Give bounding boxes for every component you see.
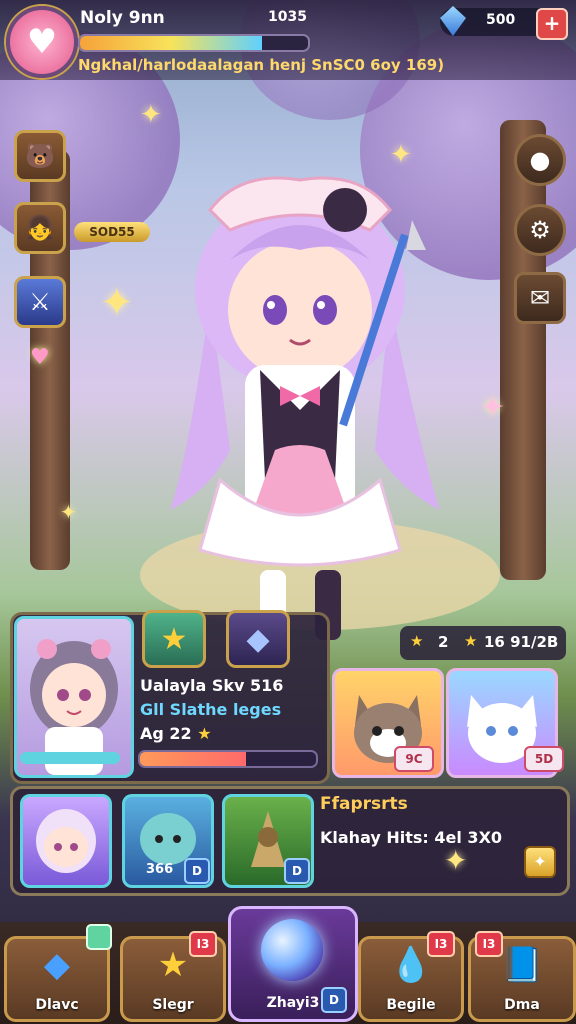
pet-badge: 9C bbox=[394, 746, 434, 772]
xp-bar bbox=[78, 34, 310, 52]
star-icon: ★ bbox=[160, 621, 188, 657]
portrait-icon: 👧 bbox=[25, 214, 55, 242]
sparkle-icon: ✦ bbox=[140, 100, 162, 130]
crystal-upgrade-button[interactable]: ◆ bbox=[226, 610, 290, 668]
reward-title: Ffaprsrts bbox=[320, 794, 408, 814]
sparkle-icon: ✦ bbox=[444, 844, 468, 877]
mail-icon: ✉ bbox=[529, 284, 551, 312]
hero-age-value: Ag 22 bbox=[140, 724, 192, 743]
circle-icon: ● bbox=[529, 146, 551, 174]
hero-level-bar bbox=[138, 750, 318, 768]
nav-button-slegr[interactable]: ★ Slegr I3 bbox=[120, 931, 226, 1022]
nav-notification-badge: D bbox=[321, 987, 347, 1013]
gem-count: 500 bbox=[486, 12, 516, 28]
crystal-icon: ◆ bbox=[246, 621, 270, 657]
team-card-badge: D bbox=[284, 858, 310, 884]
hero-value-tag: SOD55 bbox=[74, 222, 150, 242]
diamond-icon: ◆ bbox=[43, 945, 71, 985]
nav-label: Begile bbox=[386, 997, 436, 1013]
sparkle-icon: ✦ bbox=[100, 280, 134, 326]
hero-side-button[interactable]: 👧 bbox=[14, 202, 66, 254]
hero-age: Ag 22 ★ bbox=[140, 724, 212, 743]
crossed-swords-icon: ⚔ bbox=[29, 288, 51, 316]
hero-level-bar-fill bbox=[140, 752, 246, 766]
reward-description: Klahay Hits: 4el 3X0 bbox=[320, 828, 503, 847]
settings-side-button[interactable]: ⚙ bbox=[514, 204, 566, 256]
hero-name: Ualayla Skv 516 bbox=[140, 676, 284, 695]
nav-label: Slegr bbox=[152, 997, 194, 1013]
hero-health-bar bbox=[20, 752, 120, 764]
player-score: 1035 bbox=[268, 9, 307, 25]
stars-stat: ★ 2 ★ 16 91/2B bbox=[400, 626, 566, 660]
player-avatar[interactable]: ♥ bbox=[6, 6, 78, 78]
orb-icon bbox=[261, 919, 323, 981]
bear-icon: 🐻 bbox=[25, 142, 55, 170]
nav-button-dma[interactable]: 📘 Dma I3 bbox=[468, 931, 576, 1022]
nav-notification-badge: I3 bbox=[427, 931, 455, 957]
nav-label: Dlavc bbox=[35, 997, 79, 1013]
sparkle-icon: ✦ bbox=[60, 500, 77, 524]
nav-button-begile[interactable]: 💧 Begile I3 bbox=[358, 931, 464, 1022]
nav-notification-badge: I3 bbox=[189, 931, 217, 957]
team-card-count: 366 bbox=[146, 862, 174, 877]
battle-side-button[interactable]: ⚔ bbox=[14, 276, 66, 328]
star-icon: ★ bbox=[464, 632, 478, 650]
mail-side-button[interactable]: ✉ bbox=[514, 272, 566, 324]
nav-label: Dma bbox=[504, 997, 540, 1013]
nav-indicator bbox=[86, 924, 112, 950]
sparkle-icon: ✦ bbox=[480, 390, 506, 425]
menu-side-button[interactable]: ● bbox=[514, 134, 566, 186]
stars-count: 2 bbox=[438, 633, 449, 651]
star-upgrade-button[interactable]: ★ bbox=[142, 610, 206, 668]
heart-icon: ♥ bbox=[30, 345, 50, 370]
star-icon: ★ bbox=[197, 724, 212, 743]
sparkle-icon: ✦ bbox=[533, 852, 547, 871]
nav-notification-badge: I3 bbox=[475, 931, 503, 957]
player-name: Noly 9nn bbox=[80, 8, 165, 28]
tree-trunk bbox=[500, 120, 546, 580]
hero-character[interactable] bbox=[150, 150, 450, 660]
xp-bar-fill bbox=[80, 36, 263, 50]
team-card[interactable] bbox=[20, 794, 112, 888]
pet-side-button[interactable]: 🐻 bbox=[14, 130, 66, 182]
heart-icon: ♥ bbox=[26, 22, 58, 62]
pet-badge: 5D bbox=[524, 746, 564, 772]
star-icon: ★ bbox=[410, 632, 424, 650]
stars-detail: 16 91/2B bbox=[484, 633, 559, 651]
reward-claim-button[interactable]: ✦ bbox=[524, 846, 556, 878]
nav-button-zhayi3[interactable]: Zhayi3 D bbox=[228, 906, 358, 1022]
player-subtitle: Ngkhal/harlodaalagan henj SnSC0 6oy 169) bbox=[78, 56, 445, 74]
add-gems-button[interactable]: + bbox=[536, 8, 568, 40]
gear-icon: ⚙ bbox=[529, 216, 551, 244]
hero-class: Gll Slathe leges bbox=[140, 700, 282, 719]
team-member-art bbox=[36, 809, 96, 873]
team-card-badge: D bbox=[184, 858, 210, 884]
